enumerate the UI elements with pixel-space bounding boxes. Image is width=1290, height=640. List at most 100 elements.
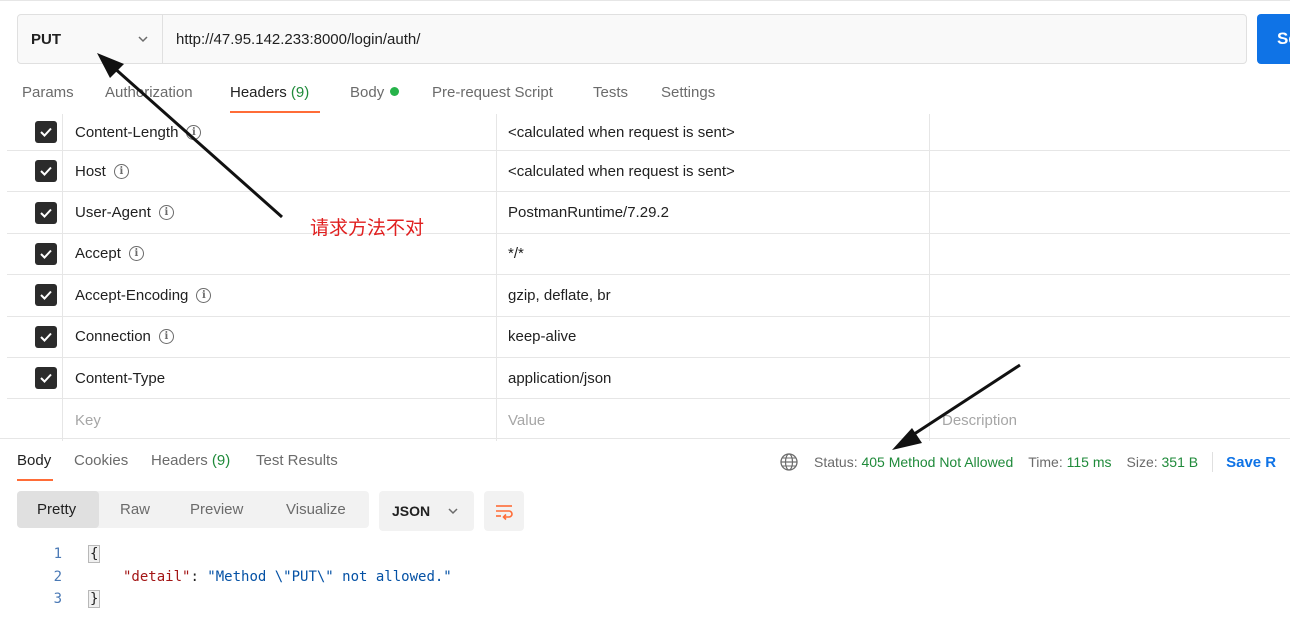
header-key: Host (75, 162, 106, 180)
view-visualize[interactable]: Visualize (286, 491, 346, 528)
header-value-cell[interactable]: <calculated when request is sent> (497, 151, 930, 192)
url-input[interactable]: http://47.95.142.233:8000/login/auth/ (163, 15, 1246, 63)
tab-body-label: Body (350, 84, 385, 101)
header-value-cell[interactable]: gzip, deflate, br (497, 275, 930, 316)
check-icon (40, 208, 52, 218)
status-label: Status: (814, 454, 858, 470)
header-key-cell[interactable]: User-Agent i (63, 192, 497, 233)
tab-authorization[interactable]: Authorization (105, 84, 193, 101)
tab-params[interactable]: Params (22, 84, 74, 101)
header-value: <calculated when request is sent> (508, 162, 735, 180)
info-icon[interactable]: i (186, 124, 202, 140)
view-mode-selector: Pretty Raw Preview Visualize (17, 491, 369, 528)
header-description-cell[interactable] (930, 317, 1290, 357)
header-description-cell[interactable] (930, 234, 1290, 274)
info-icon[interactable]: i (196, 287, 212, 303)
header-key-cell[interactable]: Host i (63, 151, 497, 192)
checkbox[interactable] (35, 367, 57, 390)
header-key-cell[interactable]: Accept-Encoding i (63, 275, 497, 316)
check-icon (40, 249, 52, 259)
top-border (0, 0, 1290, 4)
tab-settings[interactable]: Settings (661, 84, 715, 101)
annotation-text: 请求方法不对 (310, 217, 425, 239)
header-key-cell[interactable]: Connection i (63, 316, 497, 357)
checkbox[interactable] (35, 284, 57, 307)
save-response-button[interactable]: Save R (1226, 454, 1276, 471)
new-header-row: Key Value Description (7, 399, 1290, 441)
tab-tests[interactable]: Tests (593, 84, 628, 101)
header-description-cell[interactable] (930, 114, 1290, 150)
header-value-cell[interactable]: keep-alive (497, 316, 930, 357)
send-button[interactable]: Se (1257, 14, 1290, 64)
tab-body[interactable]: Body (350, 84, 400, 101)
wrap-lines-button[interactable] (484, 491, 524, 531)
status-divider (1212, 452, 1214, 472)
check-icon (40, 291, 52, 301)
response-tab-cookies[interactable]: Cookies (74, 452, 128, 469)
size-value[interactable]: 351 B (1162, 454, 1199, 470)
table-row: Accept-Encoding i gzip, deflate, br (7, 275, 1290, 317)
header-value-cell[interactable]: */* (497, 233, 930, 275)
header-description-cell[interactable] (930, 358, 1290, 398)
tab-pre-request-script[interactable]: Pre-request Script (432, 84, 553, 101)
header-key-cell[interactable]: Content-Type (63, 357, 497, 399)
method-label: PUT (31, 30, 61, 48)
checkbox[interactable] (35, 160, 57, 183)
table-row: Accept i */* (7, 233, 1290, 276)
response-tab-headers-count: (9) (211, 452, 231, 469)
response-tab-headers[interactable]: Headers (9) (151, 452, 230, 469)
method-select[interactable]: PUT (18, 15, 163, 63)
checkbox[interactable] (35, 201, 57, 224)
url-text: http://47.95.142.233:8000/login/auth/ (176, 30, 421, 48)
checkbox[interactable] (35, 242, 57, 265)
header-key: Content-Type (75, 369, 166, 387)
header-description-cell[interactable] (930, 275, 1290, 315)
header-value-cell[interactable]: PostmanRuntime/7.29.2 (497, 192, 930, 233)
header-key-cell[interactable]: Accept i (63, 233, 497, 275)
check-icon (40, 373, 52, 384)
tab-headers[interactable]: Headers (9) (230, 84, 309, 101)
header-value-cell[interactable]: <calculated when request is sent> (497, 114, 930, 150)
new-description-input[interactable]: Description (930, 399, 1290, 440)
headers-table: Content-Length i <calculated when request… (7, 114, 1290, 441)
format-select[interactable]: JSON (379, 491, 474, 531)
new-value-input[interactable]: Value (497, 399, 930, 441)
info-icon[interactable]: i (113, 163, 129, 179)
open-brace: { (88, 545, 101, 563)
checkbox[interactable] (35, 121, 57, 143)
header-value-cell[interactable]: application/json (497, 357, 930, 399)
view-raw[interactable]: Raw (120, 491, 150, 528)
globe-icon[interactable] (779, 452, 799, 472)
check-icon (40, 167, 52, 177)
header-description-cell[interactable] (930, 151, 1290, 191)
tab-headers-label: Headers (230, 84, 287, 101)
table-row: Content-Length i <calculated when request… (7, 114, 1290, 151)
view-pretty[interactable]: Pretty (17, 491, 99, 528)
header-description-cell[interactable] (930, 192, 1290, 232)
response-tab-headers-label: Headers (151, 452, 208, 469)
checkbox[interactable] (35, 325, 57, 348)
new-key-input[interactable]: Key (63, 399, 497, 441)
view-preview[interactable]: Preview (190, 491, 243, 528)
time-value[interactable]: 115 ms (1067, 454, 1112, 470)
request-tabs: Params Authorization Headers (9) Body Pr… (0, 76, 1290, 114)
response-tab-body[interactable]: Body (17, 452, 51, 469)
info-icon[interactable]: i (158, 205, 174, 221)
table-row: User-Agent i PostmanRuntime/7.29.2 (7, 192, 1290, 234)
response-tab-test-results[interactable]: Test Results (256, 452, 338, 469)
wrap-lines-icon (496, 505, 513, 521)
header-key-cell[interactable]: Content-Length i (63, 114, 497, 150)
header-value: <calculated when request is sent> (508, 123, 735, 141)
request-bar: PUT http://47.95.142.233:8000/login/auth… (17, 14, 1247, 64)
info-icon[interactable]: i (128, 246, 144, 262)
close-brace: } (88, 590, 101, 608)
value-placeholder: Value (508, 411, 546, 429)
header-value: keep-alive (508, 328, 577, 346)
table-row: Connection i keep-alive (7, 316, 1290, 358)
key-placeholder: Key (75, 411, 101, 429)
size-label: Size: (1126, 454, 1158, 470)
info-icon[interactable]: i (158, 329, 174, 345)
description-placeholder: Description (942, 411, 1018, 429)
status-value[interactable]: 405 Method Not Allowed (861, 454, 1013, 470)
json-value: "Method \"PUT\" not allowed." (207, 568, 452, 585)
